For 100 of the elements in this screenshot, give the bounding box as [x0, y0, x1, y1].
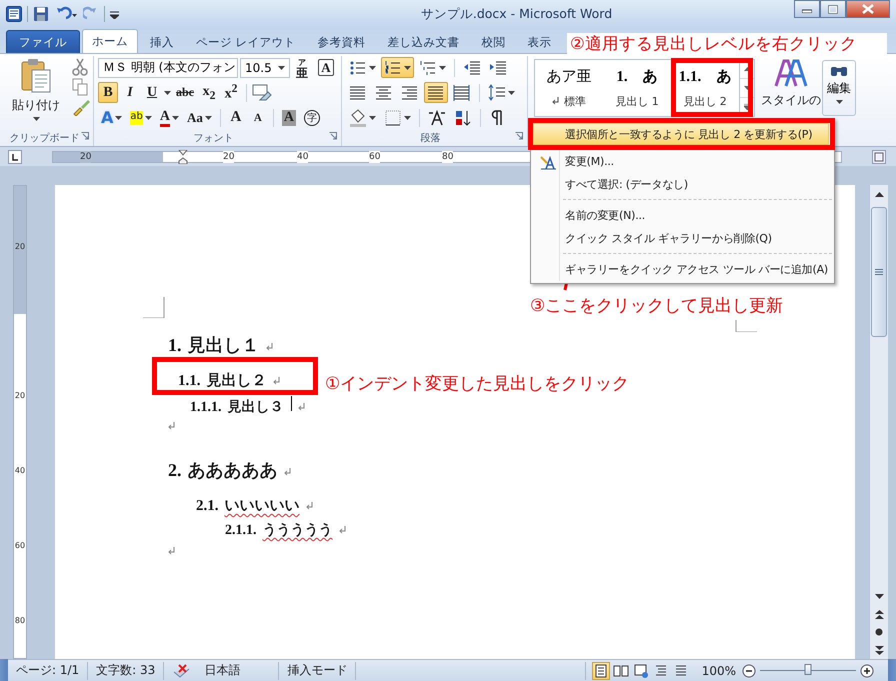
language-status[interactable]: 日本語: [204, 662, 240, 679]
dialog-launcher-icon[interactable]: [329, 132, 337, 140]
scroll-down-icon[interactable]: [874, 594, 884, 598]
numbering-icon: [384, 58, 402, 76]
align-center-icon: [375, 84, 393, 102]
format-button[interactable]: U: [142, 82, 162, 103]
format-button[interactable]: abc: [173, 82, 197, 103]
style-gallery-item[interactable]: あア亜 標準: [535, 60, 603, 116]
format-button[interactable]: x$^{2}$: [221, 82, 241, 103]
undo-icon[interactable]: [54, 6, 78, 22]
save-icon[interactable]: [33, 6, 49, 22]
menu-item[interactable]: 変更(M)...: [533, 150, 832, 173]
insert-mode-status[interactable]: 挿入モード: [279, 662, 356, 680]
font-color-button[interactable]: A: [156, 107, 182, 128]
format-button[interactable]: x$_{2}$: [199, 82, 219, 103]
caret-icon: [836, 100, 842, 104]
zoom-level[interactable]: 100%: [696, 664, 742, 678]
change-styles-button[interactable]: スタイルの: [761, 56, 821, 109]
heading-text: 見出し２: [206, 371, 266, 390]
ribbon-tab[interactable]: 差し込み文書: [378, 30, 470, 53]
numbering-button[interactable]: [381, 57, 414, 78]
slider-thumb[interactable]: [804, 664, 812, 675]
tab-selector-icon[interactable]: [8, 150, 22, 164]
scroll-up-icon[interactable]: [874, 192, 884, 196]
scroll-up-icon[interactable]: [744, 67, 750, 71]
format-button[interactable]: B: [98, 82, 118, 103]
paste-button[interactable]: 貼り付け: [8, 56, 64, 122]
ribbon-tab[interactable]: 校閲: [472, 30, 516, 53]
heading-text: あああああ: [188, 459, 278, 482]
copy-icon[interactable]: [72, 78, 88, 96]
ribbon-tab[interactable]: ホーム: [82, 29, 138, 53]
menu-item[interactable]: 名前の変更(N)...: [533, 204, 832, 227]
change-case-button[interactable]: Aa: [184, 107, 215, 128]
font-size-dropdown[interactable]: 10.5: [240, 58, 290, 78]
browse-object-icon[interactable]: [875, 628, 883, 636]
ruler-number: 20: [14, 242, 26, 251]
next-page-icon[interactable]: [874, 646, 884, 654]
vertical-scrollbar[interactable]: [869, 185, 888, 659]
caret-icon: [439, 66, 446, 70]
menu-item[interactable]: ギャラリーをクイック アクセス ツール バーに追加(A): [533, 258, 832, 281]
paragraph-mark-icon: [266, 343, 274, 351]
ribbon-tab[interactable]: 参考資料: [308, 30, 376, 53]
clear-formatting-icon[interactable]: [252, 84, 272, 102]
justify-button[interactable]: [424, 82, 448, 103]
scroll-down-icon[interactable]: [744, 86, 750, 90]
page-count[interactable]: ページ: 1/1: [8, 662, 88, 680]
word-count[interactable]: 文字数: 33: [88, 662, 164, 680]
caret-icon: [115, 116, 122, 120]
format-button[interactable]: I: [120, 82, 140, 103]
ribbon-tab[interactable]: 挿入: [140, 30, 184, 53]
character-border-button[interactable]: A: [318, 59, 334, 76]
paragraph-mark-icon: [284, 468, 292, 476]
paragraph-mark-icon: [168, 547, 176, 555]
close-button[interactable]: [846, 0, 890, 18]
heading-text: ううううう: [262, 521, 332, 539]
group-label: クリップボード: [10, 132, 80, 145]
clipboard-icon: [20, 58, 52, 94]
view-ruler-icon[interactable]: [872, 150, 886, 164]
minimize-button[interactable]: [794, 0, 820, 18]
indent-marker-icon[interactable]: [178, 150, 188, 164]
styles-icon: [774, 58, 808, 88]
zoom-out-icon[interactable]: [742, 664, 756, 678]
ribbon-tab[interactable]: ページ レイアウト: [186, 30, 306, 53]
window-title: サンプル.docx - Microsoft Word: [420, 6, 614, 22]
menu-item[interactable]: 選択個所と一致するように 見出し 2 を更新する(P): [533, 123, 829, 145]
ribbon-tab[interactable]: 表示: [518, 30, 562, 53]
dialog-launcher-icon[interactable]: [81, 132, 89, 140]
more-icon[interactable]: [744, 104, 750, 110]
style-gallery-item[interactable]: 1.1. あ 見出し 2: [671, 60, 739, 116]
font-name-dropdown[interactable]: ＭＳ 明朝 (本文のフォン: [98, 58, 238, 78]
bullets-icon: [349, 58, 367, 76]
file-tab[interactable]: ファイル: [6, 30, 80, 53]
group-label: 段落: [420, 132, 440, 145]
indent-icon: [489, 58, 507, 76]
menu-item[interactable]: クイック スタイル ギャラリーから削除(Q): [533, 227, 832, 250]
proofing-icon[interactable]: [172, 664, 190, 678]
grow-font-button[interactable]: A: [226, 107, 246, 128]
ruler-number: 60: [369, 150, 380, 162]
print-view-button[interactable]: [592, 662, 610, 680]
paragraph-mark-icon: [552, 97, 560, 105]
dialog-launcher-icon[interactable]: [515, 132, 523, 140]
heading-text: いいいいい: [224, 496, 300, 515]
text-effects-button[interactable]: A: [98, 107, 126, 128]
paragraph-mark-icon: [306, 502, 314, 510]
customize-menu-icon[interactable]: [110, 10, 119, 18]
menu-item[interactable]: すべて選択: (データなし): [533, 173, 832, 196]
caret-icon: [369, 116, 376, 120]
style-gallery-item[interactable]: 1. あ 見出し 1: [603, 60, 671, 116]
editing-button[interactable]: 編集: [822, 60, 856, 116]
app-icon[interactable]: [6, 6, 22, 22]
highlight-button[interactable]: ab: [127, 107, 155, 128]
web-view-button[interactable]: [632, 662, 650, 680]
phonetic-guide-button[interactable]: ア 亜: [292, 57, 312, 78]
caret-icon: [369, 66, 376, 70]
scissors-icon[interactable]: [72, 58, 88, 76]
previous-page-icon[interactable]: [874, 610, 884, 618]
shrink-font-button[interactable]: A: [248, 107, 268, 128]
brush-icon[interactable]: [72, 98, 90, 116]
zoom-in-icon[interactable]: [860, 664, 874, 678]
maximize-button[interactable]: [820, 0, 846, 18]
